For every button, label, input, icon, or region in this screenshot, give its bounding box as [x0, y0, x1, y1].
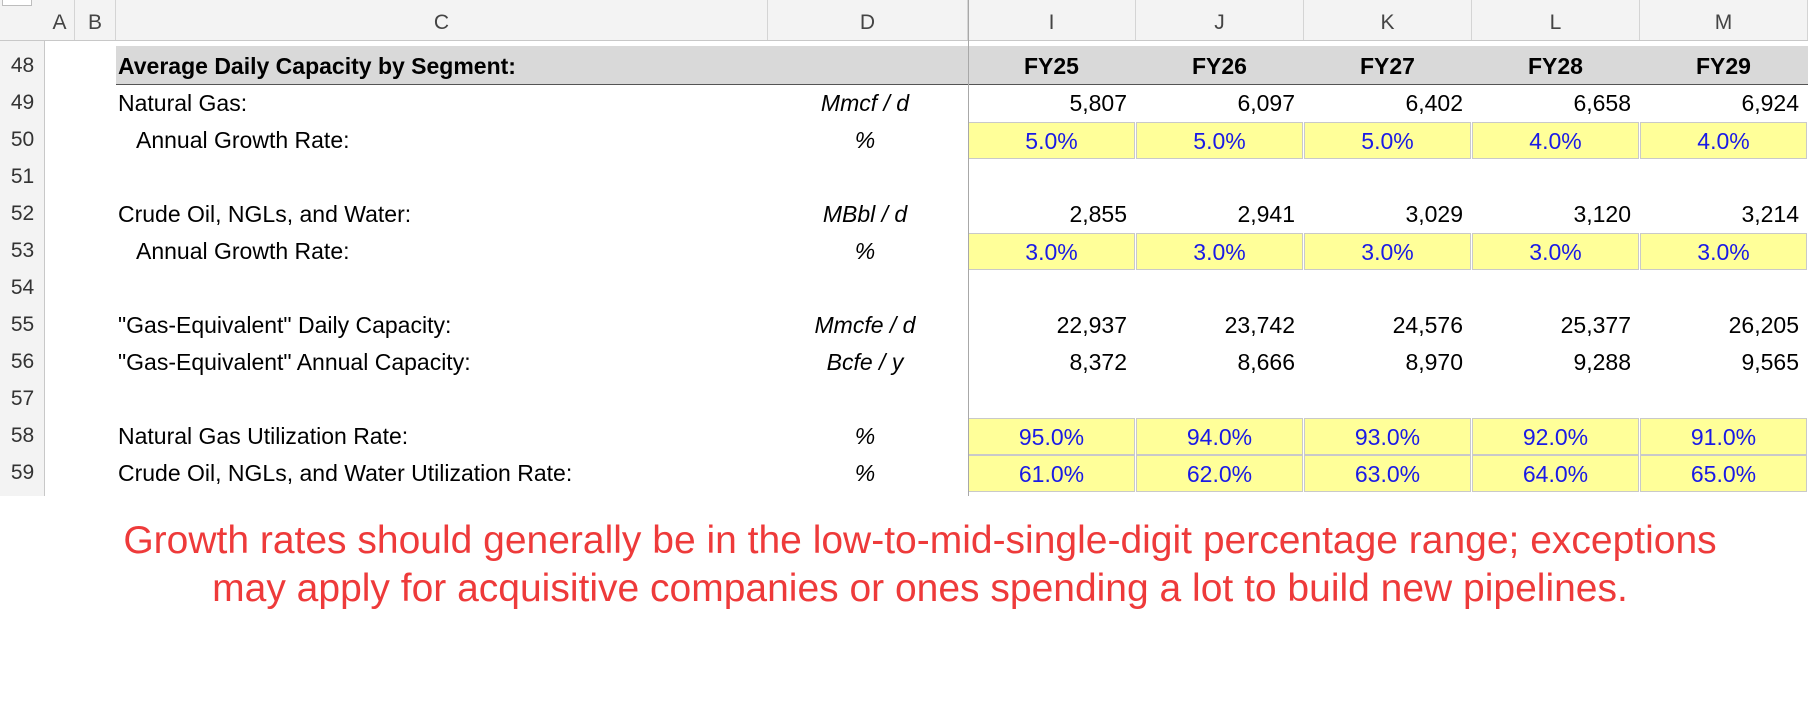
gas-eq-annual-fy26[interactable]: 8,666: [1136, 344, 1303, 381]
select-all-icon: [2, 0, 32, 6]
crude-growth-label[interactable]: Annual Growth Rate:: [136, 233, 350, 270]
column-header-row: A B C D I J K L M: [0, 0, 1808, 41]
crude-growth-unit[interactable]: %: [770, 233, 960, 270]
ng-growth-fy29[interactable]: 4.0%: [1640, 122, 1807, 159]
gas-eq-daily-fy25[interactable]: 22,937: [968, 307, 1135, 344]
row-header-56[interactable]: 56: [0, 343, 45, 380]
crude-util-label[interactable]: Crude Oil, NGLs, and Water Utilization R…: [118, 455, 572, 492]
crude-fy29[interactable]: 3,214: [1640, 196, 1807, 233]
crude-growth-fy25[interactable]: 3.0%: [968, 233, 1135, 270]
select-all-corner[interactable]: [0, 0, 45, 40]
ng-growth-fy25[interactable]: 5.0%: [968, 122, 1135, 159]
row-header-51[interactable]: 51: [0, 158, 45, 195]
crude-util-fy27[interactable]: 63.0%: [1304, 455, 1471, 492]
ng-growth-fy26[interactable]: 5.0%: [1136, 122, 1303, 159]
crude-util-fy25[interactable]: 61.0%: [968, 455, 1135, 492]
year-header-fy28[interactable]: FY28: [1472, 48, 1639, 85]
frozen-pane-divider: [968, 0, 969, 496]
crude-fy28[interactable]: 3,120: [1472, 196, 1639, 233]
crude-util-unit[interactable]: %: [770, 455, 960, 492]
column-header-b[interactable]: B: [75, 0, 116, 40]
year-header-fy29[interactable]: FY29: [1640, 48, 1807, 85]
natural-gas-fy26[interactable]: 6,097: [1136, 85, 1303, 122]
crude-util-fy26[interactable]: 62.0%: [1136, 455, 1303, 492]
column-header-a[interactable]: A: [45, 0, 75, 40]
column-header-m[interactable]: M: [1640, 0, 1808, 40]
section-title[interactable]: Average Daily Capacity by Segment:: [118, 48, 516, 85]
row-header-49[interactable]: 49: [0, 84, 45, 121]
ng-util-fy25[interactable]: 95.0%: [968, 418, 1135, 455]
column-header-l[interactable]: L: [1472, 0, 1640, 40]
column-header-d[interactable]: D: [768, 0, 968, 40]
crude-growth-fy27[interactable]: 3.0%: [1304, 233, 1471, 270]
gas-eq-daily-fy27[interactable]: 24,576: [1304, 307, 1471, 344]
natural-gas-fy25[interactable]: 5,807: [968, 85, 1135, 122]
natural-gas-label[interactable]: Natural Gas:: [118, 85, 247, 122]
row-header-48[interactable]: 48: [0, 47, 45, 84]
annotation-note: Growth rates should generally be in the …: [123, 519, 1717, 610]
row-header-58[interactable]: 58: [0, 417, 45, 454]
gas-eq-daily-unit[interactable]: Mmcfe / d: [770, 307, 960, 344]
gas-eq-daily-fy26[interactable]: 23,742: [1136, 307, 1303, 344]
natural-gas-unit[interactable]: Mmcf / d: [770, 85, 960, 122]
gas-eq-annual-unit[interactable]: Bcfe / y: [770, 344, 960, 381]
ng-growth-label[interactable]: Annual Growth Rate:: [136, 122, 350, 159]
gas-eq-daily-label[interactable]: "Gas-Equivalent" Daily Capacity:: [118, 307, 451, 344]
natural-gas-fy28[interactable]: 6,658: [1472, 85, 1639, 122]
ng-util-fy26[interactable]: 94.0%: [1136, 418, 1303, 455]
ng-growth-fy27[interactable]: 5.0%: [1304, 122, 1471, 159]
natural-gas-fy27[interactable]: 6,402: [1304, 85, 1471, 122]
ng-util-fy29[interactable]: 91.0%: [1640, 418, 1807, 455]
crude-fy25[interactable]: 2,855: [968, 196, 1135, 233]
row-number-column: 48 49 50 51 52 53 54 55 56 57 58 59: [0, 41, 45, 496]
gas-eq-annual-fy29[interactable]: 9,565: [1640, 344, 1807, 381]
gas-eq-annual-label[interactable]: "Gas-Equivalent" Annual Capacity:: [118, 344, 471, 381]
crude-growth-fy29[interactable]: 3.0%: [1640, 233, 1807, 270]
crude-util-fy29[interactable]: 65.0%: [1640, 455, 1807, 492]
column-header-c[interactable]: C: [116, 0, 768, 40]
ng-util-unit[interactable]: %: [770, 418, 960, 455]
ng-growth-unit[interactable]: %: [770, 122, 960, 159]
crude-unit[interactable]: MBbl / d: [770, 196, 960, 233]
ng-util-fy27[interactable]: 93.0%: [1304, 418, 1471, 455]
ng-util-label[interactable]: Natural Gas Utilization Rate:: [118, 418, 408, 455]
gas-eq-annual-fy28[interactable]: 9,288: [1472, 344, 1639, 381]
row-header-54[interactable]: 54: [0, 269, 45, 306]
gas-eq-daily-fy28[interactable]: 25,377: [1472, 307, 1639, 344]
year-header-fy26[interactable]: FY26: [1136, 48, 1303, 85]
row-header-55[interactable]: 55: [0, 306, 45, 343]
gas-eq-annual-fy25[interactable]: 8,372: [968, 344, 1135, 381]
crude-label[interactable]: Crude Oil, NGLs, and Water:: [118, 196, 411, 233]
ng-util-fy28[interactable]: 92.0%: [1472, 418, 1639, 455]
row-header-50[interactable]: 50: [0, 121, 45, 158]
row-header-53[interactable]: 53: [0, 232, 45, 269]
natural-gas-fy29[interactable]: 6,924: [1640, 85, 1807, 122]
year-header-fy27[interactable]: FY27: [1304, 48, 1471, 85]
crude-util-fy28[interactable]: 64.0%: [1472, 455, 1639, 492]
column-header-k[interactable]: K: [1304, 0, 1472, 40]
crude-fy26[interactable]: 2,941: [1136, 196, 1303, 233]
column-header-i[interactable]: I: [968, 0, 1136, 40]
ng-growth-fy28[interactable]: 4.0%: [1472, 122, 1639, 159]
gas-eq-annual-fy27[interactable]: 8,970: [1304, 344, 1471, 381]
row-header-52[interactable]: 52: [0, 195, 45, 232]
crude-growth-fy26[interactable]: 3.0%: [1136, 233, 1303, 270]
column-header-j[interactable]: J: [1136, 0, 1304, 40]
row-header-59[interactable]: 59: [0, 454, 45, 491]
gas-eq-daily-fy29[interactable]: 26,205: [1640, 307, 1807, 344]
crude-fy27[interactable]: 3,029: [1304, 196, 1471, 233]
year-header-fy25[interactable]: FY25: [968, 48, 1135, 85]
crude-growth-fy28[interactable]: 3.0%: [1472, 233, 1639, 270]
spreadsheet-grid: A B C D I J K L M 48 49 50 51 52 53 54 5…: [0, 0, 1808, 496]
row-header-57[interactable]: 57: [0, 380, 45, 417]
